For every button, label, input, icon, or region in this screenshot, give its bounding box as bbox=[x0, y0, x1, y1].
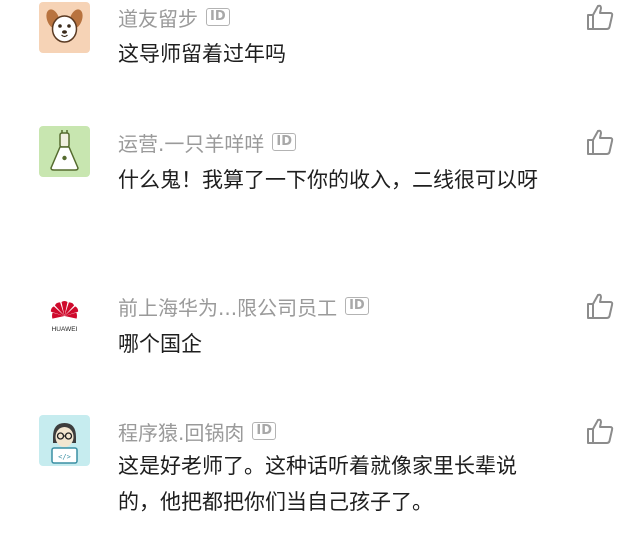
thumbs-up-icon bbox=[587, 129, 614, 155]
like-button[interactable] bbox=[585, 127, 615, 157]
svg-text:</>: </> bbox=[58, 453, 71, 461]
user-avatar[interactable]: HUAWEI bbox=[39, 290, 90, 341]
comment-text: 这是好老师了。这种话听着就像家里长辈说的，他把都把你们当自己孩子了。 bbox=[118, 454, 517, 514]
like-button[interactable] bbox=[585, 291, 615, 321]
user-avatar[interactable] bbox=[39, 126, 90, 177]
bottle-avatar-icon bbox=[39, 126, 90, 177]
user-avatar[interactable] bbox=[39, 2, 90, 53]
thumbs-up-icon bbox=[587, 418, 614, 444]
like-button[interactable] bbox=[585, 416, 615, 446]
id-badge: ID bbox=[206, 8, 230, 26]
programmer-avatar-icon: </> bbox=[39, 415, 90, 466]
author-name[interactable]: 道友留步 bbox=[118, 3, 198, 32]
author-name[interactable]: 前上海华为...限公司员工 bbox=[118, 292, 337, 321]
huawei-logo-icon: HUAWEI bbox=[39, 290, 90, 341]
dog-avatar-icon bbox=[39, 2, 90, 53]
id-badge: ID bbox=[272, 133, 296, 151]
author-name[interactable]: 运营.一只羊咩咩 bbox=[118, 128, 264, 157]
comment-text: 这导师留着过年吗 bbox=[118, 42, 286, 66]
svg-text:HUAWEI: HUAWEI bbox=[52, 326, 78, 333]
comment-text: 哪个国企 bbox=[118, 332, 202, 356]
id-badge: ID bbox=[252, 422, 276, 440]
author-name[interactable]: 程序猿.回锅肉 bbox=[118, 417, 244, 446]
like-button[interactable] bbox=[585, 2, 615, 32]
thumbs-up-icon bbox=[587, 4, 614, 30]
id-badge: ID bbox=[345, 297, 369, 315]
thumbs-up-icon bbox=[587, 293, 614, 319]
user-avatar[interactable]: </> bbox=[39, 415, 90, 466]
comment-text: 什么鬼！我算了一下你的收入，二线很可以呀 bbox=[118, 168, 538, 192]
